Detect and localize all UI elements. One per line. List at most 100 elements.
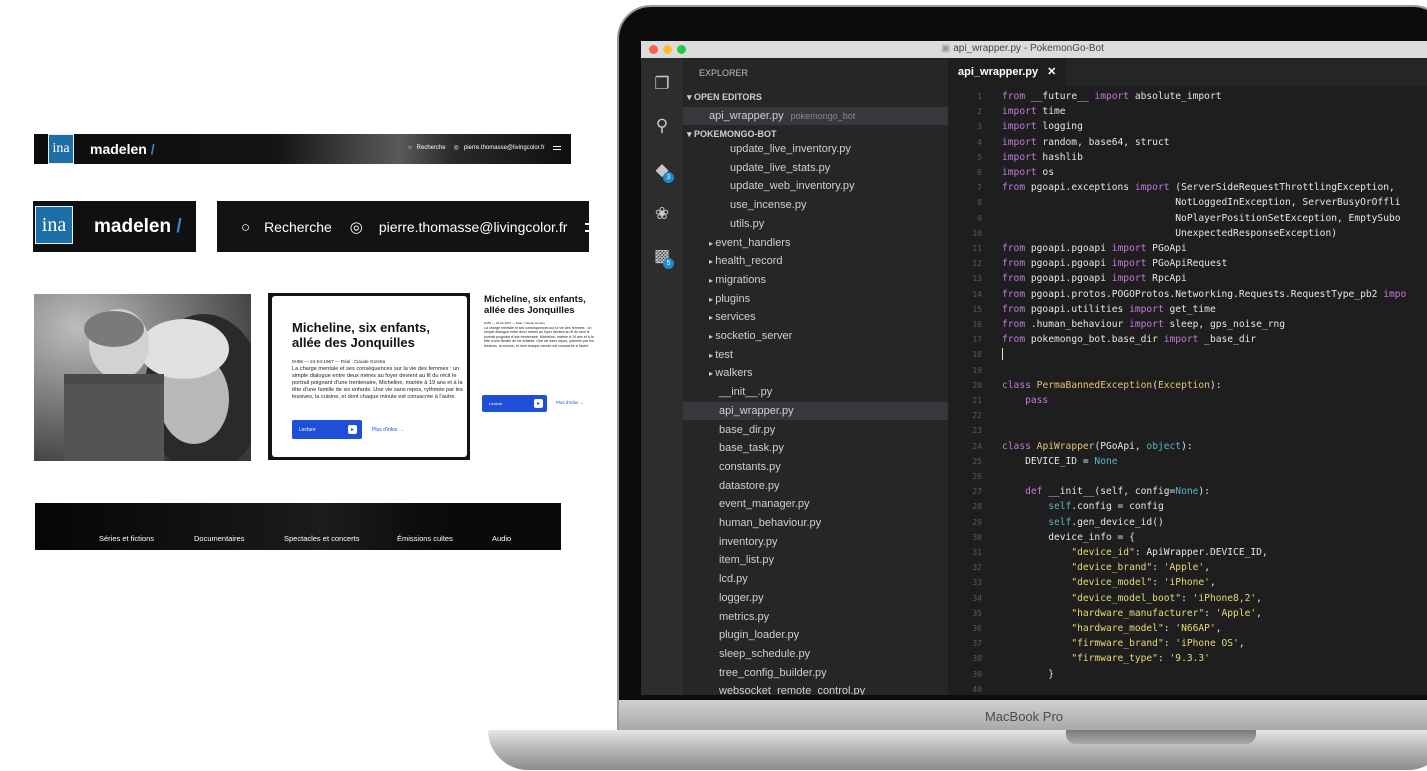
menu-icon[interactable]	[552, 145, 561, 150]
open-editor-item[interactable]: api_wrapper.py pokemongo_bot	[683, 107, 948, 125]
explorer-sidebar: EXPLORER ▾ OPEN EDITORS api_wrapper.py p…	[683, 58, 948, 695]
nav-item-spectacles[interactable]: Spectacles et concerts	[284, 534, 359, 543]
card-meta: 0H55 — 24-04-1967 — Réal : Claude Gorett…	[484, 321, 545, 325]
line-number: 3	[977, 122, 982, 132]
tree-file[interactable]: plugin_loader.py	[683, 626, 948, 644]
card-title[interactable]: Micheline, six enfants, allée des Jonqui…	[484, 294, 596, 316]
user-email[interactable]: pierre.thomasse@livingcolor.fr	[464, 145, 545, 151]
open-editors-section[interactable]: ▾ OPEN EDITORS	[687, 88, 948, 106]
menu-icon[interactable]	[585, 222, 603, 232]
search-icon[interactable]: ○	[241, 219, 250, 236]
line-number: 9	[977, 213, 982, 223]
ina-logo[interactable]: ina	[35, 206, 73, 244]
tree-file[interactable]: update_live_stats.py	[683, 159, 948, 177]
tree-file[interactable]: utils.py	[683, 215, 948, 233]
more-info-link[interactable]: Plus d'infos →	[372, 427, 404, 433]
code-line: 15 from pgoapi.utilities import get_time	[948, 302, 1215, 317]
line-number: 40	[972, 684, 982, 694]
user-email[interactable]: pierre.thomasse@livingcolor.fr	[379, 219, 568, 235]
code-line: 2 import time	[948, 104, 1065, 119]
minimize-window-button[interactable]	[663, 45, 672, 54]
line-number: 38	[972, 654, 982, 664]
ina-logo[interactable]: ina	[48, 134, 74, 164]
tree-file[interactable]: lcd.py	[683, 570, 948, 588]
text-cursor	[1002, 348, 1003, 361]
tree-folder[interactable]: ▸ plugins	[683, 290, 948, 308]
tree-file[interactable]: datastore.py	[683, 477, 948, 495]
tree-file[interactable]: websocket_remote_control.py	[683, 682, 948, 695]
tree-folder[interactable]: ▸ socketio_server	[683, 327, 948, 345]
tree-file[interactable]: tree_config_builder.py	[683, 664, 948, 682]
play-arrow-icon: ▸	[534, 399, 543, 408]
window-title: ▣ api_wrapper.py - PokemonGo-Bot	[941, 43, 1104, 54]
tree-file[interactable]: use_incense.py	[683, 196, 948, 214]
tree-folder[interactable]: ▸ migrations	[683, 271, 948, 289]
line-number: 22	[972, 411, 982, 421]
tab-api-wrapper[interactable]: api_wrapper.py ✕	[948, 58, 1067, 86]
tree-folder[interactable]: ▸ event_handlers	[683, 234, 948, 252]
play-button[interactable]: Lecture ▸	[292, 420, 362, 439]
card-meta: 0H55 — 24-04-1967 — Réal : Claude Gorett…	[292, 359, 386, 364]
line-number: 15	[972, 304, 982, 314]
user-icon[interactable]: ◎	[350, 218, 363, 236]
nav-item-audio[interactable]: Audio	[492, 534, 511, 543]
code-line: 7 from pgoapi.exceptions import (ServerSi…	[948, 180, 1395, 195]
nav-item-documentaires[interactable]: Documentaires	[194, 534, 244, 543]
window-titlebar: ▣ api_wrapper.py - PokemonGo-Bot	[641, 41, 1427, 58]
tree-file[interactable]: logger.py	[683, 589, 948, 607]
line-number: 31	[972, 548, 982, 557]
tree-file[interactable]: item_list.py	[683, 551, 948, 569]
arrow-right-icon: →	[579, 400, 584, 405]
code-line: 30 device_info = {	[948, 530, 1135, 545]
tree-file[interactable]: metrics.py	[683, 608, 948, 626]
search-icon[interactable]: ○	[408, 145, 412, 151]
line-number: 23	[972, 426, 982, 436]
nav-item-series[interactable]: Séries et fictions	[99, 534, 154, 543]
card-title[interactable]: Micheline, six enfants, allée des Jonqui…	[292, 320, 462, 351]
line-number: 20	[972, 380, 982, 390]
line-number: 27	[972, 487, 982, 497]
close-tab-icon[interactable]: ✕	[1047, 66, 1056, 78]
brand-name[interactable]: madelen /	[90, 141, 155, 157]
tree-file[interactable]: update_web_inventory.py	[683, 177, 948, 195]
debug-icon[interactable]: ❀	[652, 204, 672, 224]
tree-file[interactable]: inventory.py	[683, 533, 948, 551]
line-number: 25	[972, 456, 982, 466]
tab-bar: api_wrapper.py ✕	[948, 58, 1427, 86]
tree-file[interactable]: api_wrapper.py	[683, 401, 948, 420]
tree-folder[interactable]: ▸ health_record	[683, 252, 948, 270]
tree-folder[interactable]: ▸ test	[683, 346, 948, 364]
tree-file[interactable]: update_live_inventory.py	[683, 140, 948, 158]
maximize-window-button[interactable]	[677, 45, 686, 54]
header-actions: ○ Recherche ◎ pierre.thomasse@livingcolo…	[408, 144, 561, 151]
extensions-badge: 5	[663, 258, 674, 269]
code-line: 39 }	[948, 667, 1054, 682]
extensions-icon[interactable]: ▩ 5	[652, 246, 674, 269]
tree-file[interactable]: human_behaviour.py	[683, 514, 948, 532]
tree-file[interactable]: __init__.py	[683, 383, 948, 401]
tree-folder[interactable]: ▸ walkers	[683, 364, 948, 382]
close-window-button[interactable]	[649, 45, 658, 54]
brand-name[interactable]: madelen /	[94, 216, 182, 238]
tree-file[interactable]: base_task.py	[683, 439, 948, 457]
files-icon[interactable]: ❐	[652, 74, 672, 94]
play-button[interactable]: Lecture ▸	[482, 395, 547, 412]
search-label[interactable]: Recherche	[417, 145, 446, 151]
code-line: 21 pass	[948, 393, 1048, 408]
tree-file[interactable]: constants.py	[683, 458, 948, 476]
line-number: 1	[977, 92, 982, 101]
nav-item-emissions[interactable]: Émissions cultes	[397, 534, 453, 543]
search-label[interactable]: Recherche	[264, 219, 332, 235]
search-icon[interactable]: ⚲	[652, 116, 672, 136]
git-icon[interactable]: ◆ 3	[652, 160, 674, 183]
tree-folder[interactable]: ▸ services	[683, 308, 948, 326]
line-number: 7	[977, 183, 982, 193]
program-card-mobile: Micheline, six enfants, allée des Jonqui…	[482, 294, 600, 424]
more-info-link[interactable]: Plus d'infos →	[556, 400, 584, 405]
tree-file[interactable]: base_dir.py	[683, 421, 948, 439]
line-number: 30	[972, 532, 982, 542]
tree-file[interactable]: event_manager.py	[683, 495, 948, 513]
user-icon[interactable]: ◎	[454, 144, 459, 151]
tree-file[interactable]: sleep_schedule.py	[683, 645, 948, 663]
ina-header-small: ina madelen / ○ Recherche ◎ pierre.thoma…	[34, 134, 571, 164]
